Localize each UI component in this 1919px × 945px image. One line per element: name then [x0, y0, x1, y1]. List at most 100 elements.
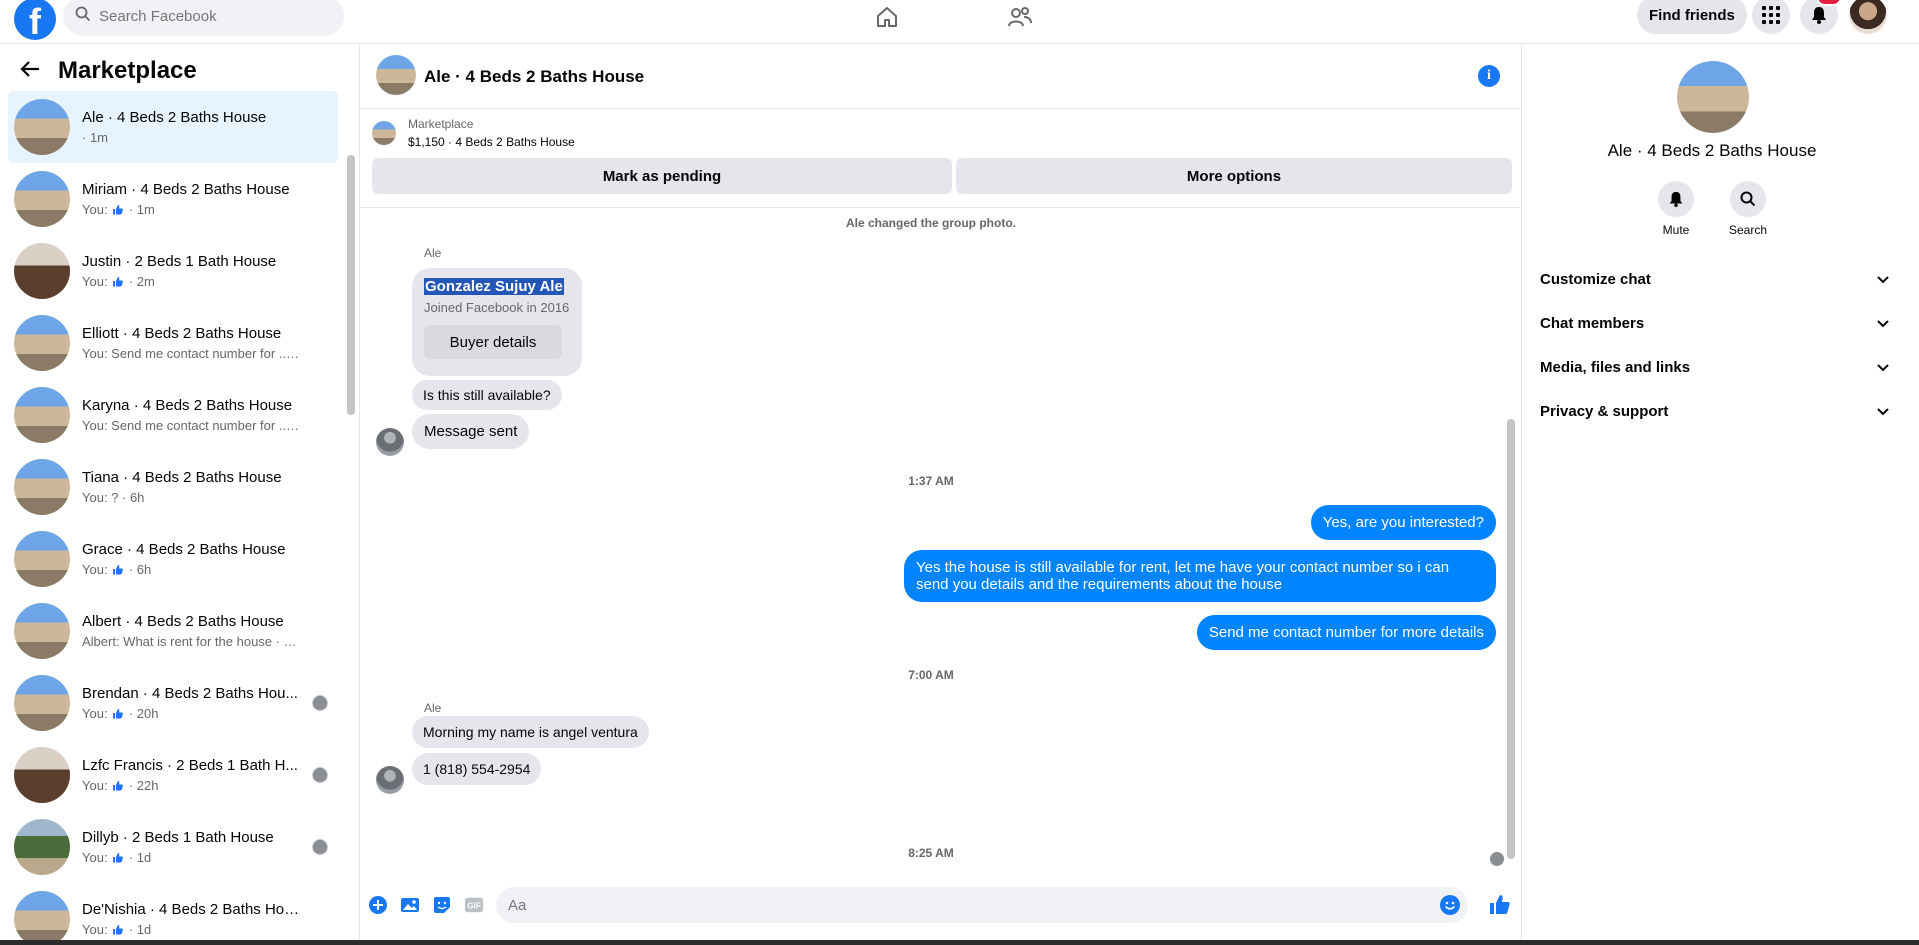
preview-prefix: You:: [82, 706, 108, 721]
preview-text: · 6h: [128, 562, 152, 577]
section-label: Privacy & support: [1540, 402, 1669, 420]
sticker-icon[interactable]: [432, 895, 452, 915]
sender-avatar[interactable]: [376, 766, 404, 794]
conversation-item[interactable]: Tiana · 4 Beds 2 Baths House You: ? · 6h: [8, 451, 338, 523]
conversation-thumbnail: [14, 459, 70, 515]
conversation-name: Elliott · 4 Beds 2 Baths House: [82, 325, 282, 342]
search-input[interactable]: [99, 7, 319, 25]
conversation-item[interactable]: Ale · 4 Beds 2 Baths House · 1m: [8, 91, 338, 163]
gif-icon[interactable]: GIF: [464, 895, 484, 915]
conversation-name: Lzfc Francis · 2 Beds 1 Bath H...: [82, 757, 298, 774]
conversation-item[interactable]: Grace · 4 Beds 2 Baths House You: · 6h: [8, 523, 338, 595]
buyer-name: Gonzalez Sujuy Ale: [424, 278, 564, 295]
mute-label: Mute: [1662, 223, 1690, 237]
conversation-item[interactable]: Brendan · 4 Beds 2 Baths Hou... You: · 20…: [8, 667, 338, 739]
like-icon: [113, 709, 123, 719]
conversation-item[interactable]: Dillyb · 2 Beds 1 Bath House You: · 1d: [8, 811, 338, 883]
timestamp: 8:25 AM: [908, 846, 954, 860]
more-options-button[interactable]: More options: [956, 158, 1512, 194]
conversation-preview: You: · 6h: [82, 562, 302, 577]
chat-members-section[interactable]: Chat members: [1540, 305, 1890, 341]
conversation-item[interactable]: Lzfc Francis · 2 Beds 1 Bath H... You: · …: [8, 739, 338, 811]
section-label: Media, files and links: [1540, 358, 1691, 376]
info-icon[interactable]: i: [1478, 65, 1500, 87]
message-input-box[interactable]: [496, 887, 1468, 923]
menu-grid-button[interactable]: [1752, 0, 1790, 34]
conversation-thumbnail: [14, 531, 70, 587]
search-facebook-box[interactable]: [63, 0, 344, 36]
friends-icon[interactable]: [1005, 2, 1035, 32]
conversation-thumbnail: [14, 819, 70, 875]
read-receipt-avatar: [312, 767, 328, 783]
like-icon: [113, 925, 123, 935]
read-receipt-avatar: [312, 695, 328, 711]
sidebar-scrollbar[interactable]: [345, 105, 355, 945]
buyer-details-button[interactable]: Buyer details: [424, 325, 562, 359]
marketplace-listing-info[interactable]: Marketplace $1,150 · 4 Beds 2 Baths Hous…: [372, 117, 575, 149]
photo-icon[interactable]: [400, 895, 420, 915]
sidebar-scrollbar-thumb[interactable]: [347, 155, 355, 415]
details-avatar[interactable]: [1677, 61, 1749, 133]
mute-button[interactable]: Mute: [1646, 181, 1706, 237]
plus-icon[interactable]: [368, 895, 388, 915]
chat-scrollbar-thumb[interactable]: [1507, 419, 1515, 859]
conversation-item[interactable]: Justin · 2 Beds 1 Bath House You: · 2m: [8, 235, 338, 307]
message-bubble-outgoing[interactable]: Yes, are you interested?: [1310, 505, 1496, 540]
conversation-item[interactable]: Elliott · 4 Beds 2 Baths House You: Send …: [8, 307, 338, 379]
chat-scrollbar[interactable]: [1504, 207, 1518, 877]
preview-prefix: You:: [82, 778, 108, 793]
chat-panel: Ale · 4 Beds 2 Baths House i Marketplace…: [360, 45, 1522, 945]
customize-chat-section[interactable]: Customize chat: [1540, 261, 1890, 297]
message-bubble-outgoing[interactable]: Send me contact number for more details: [1196, 615, 1496, 650]
marketplace-label: Marketplace: [408, 117, 474, 131]
listing-price-title: $1,150 · 4 Beds 2 Baths House: [408, 135, 575, 149]
chat-avatar[interactable]: [376, 55, 416, 95]
chat-details-panel: Ale · 4 Beds 2 Baths House Mute Search C…: [1522, 45, 1902, 945]
listing-thumbnail: [372, 121, 396, 145]
facebook-logo[interactable]: f: [14, 0, 56, 40]
account-avatar[interactable]: [1849, 0, 1887, 34]
conversation-name: De'Nishia · 4 Beds 2 Baths House: [82, 901, 302, 918]
conversation-item[interactable]: Karyna · 4 Beds 2 Baths House You: Send m…: [8, 379, 338, 451]
media-files-links-section[interactable]: Media, files and links: [1540, 349, 1890, 385]
message-thread: Ale changed the group photo. Ale Gonzale…: [360, 207, 1522, 877]
emoji-icon[interactable]: [1440, 895, 1460, 915]
message-bubble-incoming[interactable]: Message sent: [412, 414, 530, 449]
message-input[interactable]: [508, 896, 1408, 914]
grid-icon: [1762, 6, 1780, 24]
privacy-support-section[interactable]: Privacy & support: [1540, 393, 1890, 429]
message-bubble-incoming[interactable]: Is this still available?: [412, 380, 562, 410]
sender-avatar[interactable]: [376, 428, 404, 456]
conversation-thumbnail: [14, 891, 70, 945]
conversation-item[interactable]: Albert · 4 Beds 2 Baths House Albert: Wha…: [8, 595, 338, 667]
conversation-thumbnail: [14, 315, 70, 371]
message-bubble-incoming[interactable]: 1 (818) 554-2954: [412, 753, 542, 785]
sender-name: Ale: [424, 246, 442, 260]
preview-prefix: You:: [82, 274, 108, 289]
like-icon: [113, 205, 123, 215]
buyer-card: Gonzalez Sujuy Ale Joined Facebook in 20…: [412, 268, 582, 376]
notifications-button[interactable]: 12: [1800, 0, 1842, 34]
buyer-joined: Joined Facebook in 2016: [424, 300, 570, 315]
search-conversation-button[interactable]: Search: [1718, 181, 1778, 237]
preview-text: You: Send me contact number for ... · 6h: [82, 418, 302, 433]
find-friends-button[interactable]: Find friends: [1637, 0, 1747, 34]
preview-text: You: ? · 6h: [82, 490, 145, 505]
conversation-item[interactable]: De'Nishia · 4 Beds 2 Baths House You: · 1…: [8, 883, 338, 945]
preview-text: · 2m: [128, 274, 155, 289]
conversation-item[interactable]: Miriam · 4 Beds 2 Baths House You: · 1m: [8, 163, 338, 235]
conversation-name: Brendan · 4 Beds 2 Baths Hou...: [82, 685, 298, 702]
conversation-thumbnail: [14, 387, 70, 443]
marketplace-sidebar: Marketplace Ale · 4 Beds 2 Baths House · …: [0, 45, 360, 945]
conversation-preview: You: · 2m: [82, 274, 302, 289]
back-arrow-icon[interactable]: [20, 60, 40, 83]
preview-prefix: You:: [82, 202, 108, 217]
preview-text: · 1d: [128, 922, 152, 937]
timestamp: 7:00 AM: [908, 668, 954, 682]
mark-as-pending-button[interactable]: Mark as pending: [372, 158, 952, 194]
like-icon[interactable]: [1488, 893, 1512, 917]
message-bubble-outgoing[interactable]: Yes the house is still available for ren…: [904, 550, 1496, 602]
chat-title[interactable]: Ale · 4 Beds 2 Baths House: [424, 67, 644, 87]
home-icon[interactable]: [872, 2, 902, 32]
message-bubble-incoming[interactable]: Morning my name is angel ventura: [412, 716, 649, 748]
